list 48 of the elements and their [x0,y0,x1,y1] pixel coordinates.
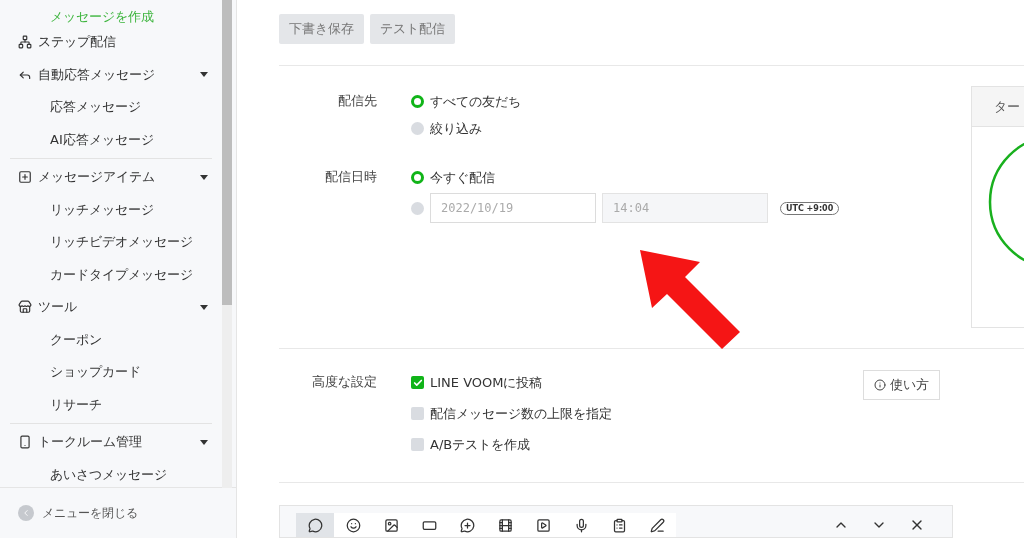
sidebar-subitem[interactable]: あいさつメッセージ [10,458,212,487]
sidebar-subitem[interactable]: リサーチ [10,388,212,421]
speech-bubble-icon[interactable] [296,513,334,537]
sidebar-subitem[interactable]: クーポン [10,323,212,356]
sidebar-subitem[interactable]: AI応答メッセージ [10,123,212,156]
chevron-left-icon [18,505,34,521]
sidebar-item-label: トークルーム管理 [38,433,143,452]
sidebar-item-label: メッセージアイテム [38,168,156,187]
radio-option[interactable]: 絞り込み [411,119,521,138]
sidebar-item[interactable]: トークルーム管理 [10,426,212,459]
sidebar-subitem[interactable]: ショップカード [10,356,212,389]
save-draft-button[interactable]: 下書き保存 [279,14,364,44]
smiley-icon[interactable] [334,513,372,537]
radio-button[interactable] [411,201,424,215]
scrollbar[interactable] [222,0,232,488]
preview-tab[interactable]: ター [972,87,1024,127]
pen-icon[interactable] [638,513,676,537]
sidebar-item[interactable]: ステップ配信 [10,26,212,59]
sidebar-item[interactable]: 自動応答メッセージ [10,58,212,91]
sidebar-item[interactable]: メッセージアイテム [10,161,212,194]
sidebar-subitem[interactable]: リッチビデオメッセージ [10,226,212,259]
sidebar-item[interactable]: ツール [10,291,212,324]
sidebar-subitem[interactable]: 応答メッセージ [10,91,212,124]
close-menu-link[interactable]: メニューを閉じる [42,504,138,522]
option-label: 絞り込み [430,119,482,138]
plus-square-icon [18,170,32,185]
radio-option[interactable]: 今すぐ配信 [411,168,840,187]
sidebar-subitem[interactable]: カードタイプメッセージ [10,258,212,291]
option-label: A/Bテストを作成 [430,435,531,454]
test-send-button[interactable]: テスト配信 [370,14,455,44]
checkbox-option[interactable]: A/Bテストを作成 [411,435,612,454]
sidebar-item-label: ステップ配信 [38,33,117,52]
store-icon [18,300,32,315]
help-button[interactable]: 使い方 [863,370,940,400]
field-label: 配信先 [337,92,378,110]
field-label: 配信日時 [324,168,378,186]
sidebar-subitem[interactable]: リッチメッセージ [10,193,212,226]
option-label: 今すぐ配信 [430,168,495,187]
info-icon [874,379,886,391]
sidebar-item-label: 自動応答メッセージ [38,65,156,84]
option-label: LINE VOOMに投稿 [430,373,543,392]
option-label: すべての友だち [430,92,521,111]
checkbox-option[interactable]: LINE VOOMに投稿 [411,373,612,392]
radio-option[interactable]: すべての友だち [411,92,521,111]
phone-icon [18,435,32,450]
sidebar-item-label: ツール [38,298,78,317]
field-label: 高度な設定 [311,373,378,391]
hierarchy-icon [18,35,32,50]
